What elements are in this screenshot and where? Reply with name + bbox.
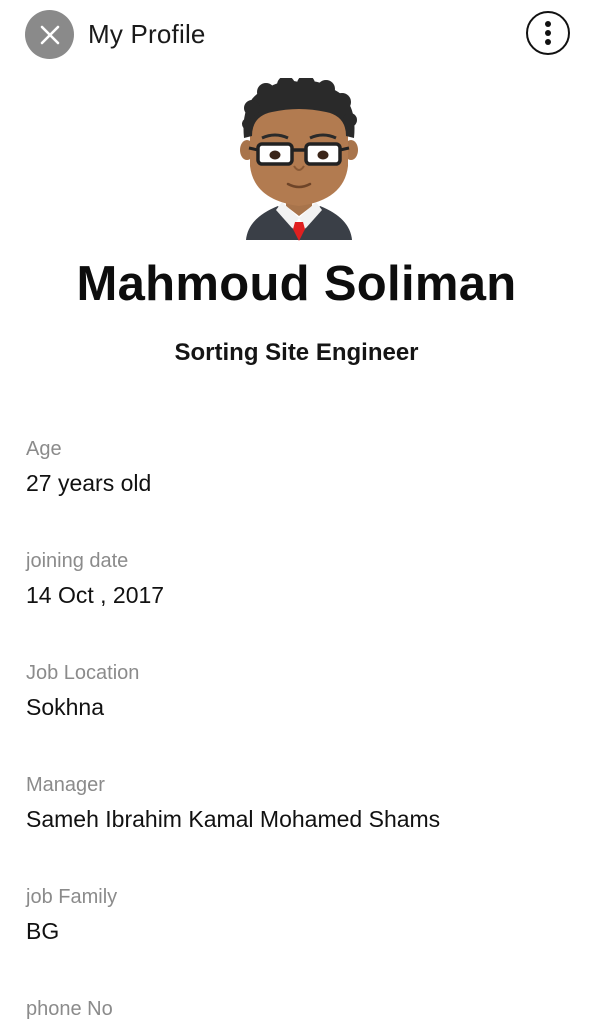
field-manager: Manager Sameh Ibrahim Kamal Mohamed Sham… [26, 772, 566, 835]
field-value: BG [26, 918, 60, 944]
more-vertical-icon [545, 21, 551, 45]
field-label: phone No [26, 998, 113, 1020]
header-bar: My Profile [0, 0, 593, 70]
field-label: Age [26, 438, 62, 460]
close-button[interactable] [25, 10, 74, 59]
more-options-button[interactable] [526, 11, 570, 55]
close-icon [40, 25, 59, 44]
field-value: Sameh Ibrahim Kamal Mohamed Shams [26, 806, 441, 832]
field-label: Manager [26, 774, 105, 796]
field-age: Age 27 years old [26, 436, 566, 499]
field-job-location: Job Location Sokhna [26, 660, 566, 723]
profile-screen: My Profile Mahmoud Soliman Sorting Site … [0, 0, 593, 1024]
field-label: joining date [26, 550, 129, 572]
profile-role: Sorting Site Engineer [174, 339, 419, 366]
field-joining-date: joining date 14 Oct , 2017 [26, 548, 566, 611]
field-value: 27 years old [26, 470, 152, 496]
field-value: Sokhna [26, 694, 105, 720]
avatar [240, 78, 358, 241]
field-label: job Family [26, 886, 118, 908]
field-job-family: job Family BG [26, 884, 566, 947]
field-value: 14 Oct , 2017 [26, 582, 165, 608]
page-title: My Profile [88, 19, 206, 49]
profile-name: Mahmoud Soliman [76, 257, 517, 311]
field-label: Job Location [26, 662, 140, 684]
field-phone: phone No [26, 996, 566, 1024]
